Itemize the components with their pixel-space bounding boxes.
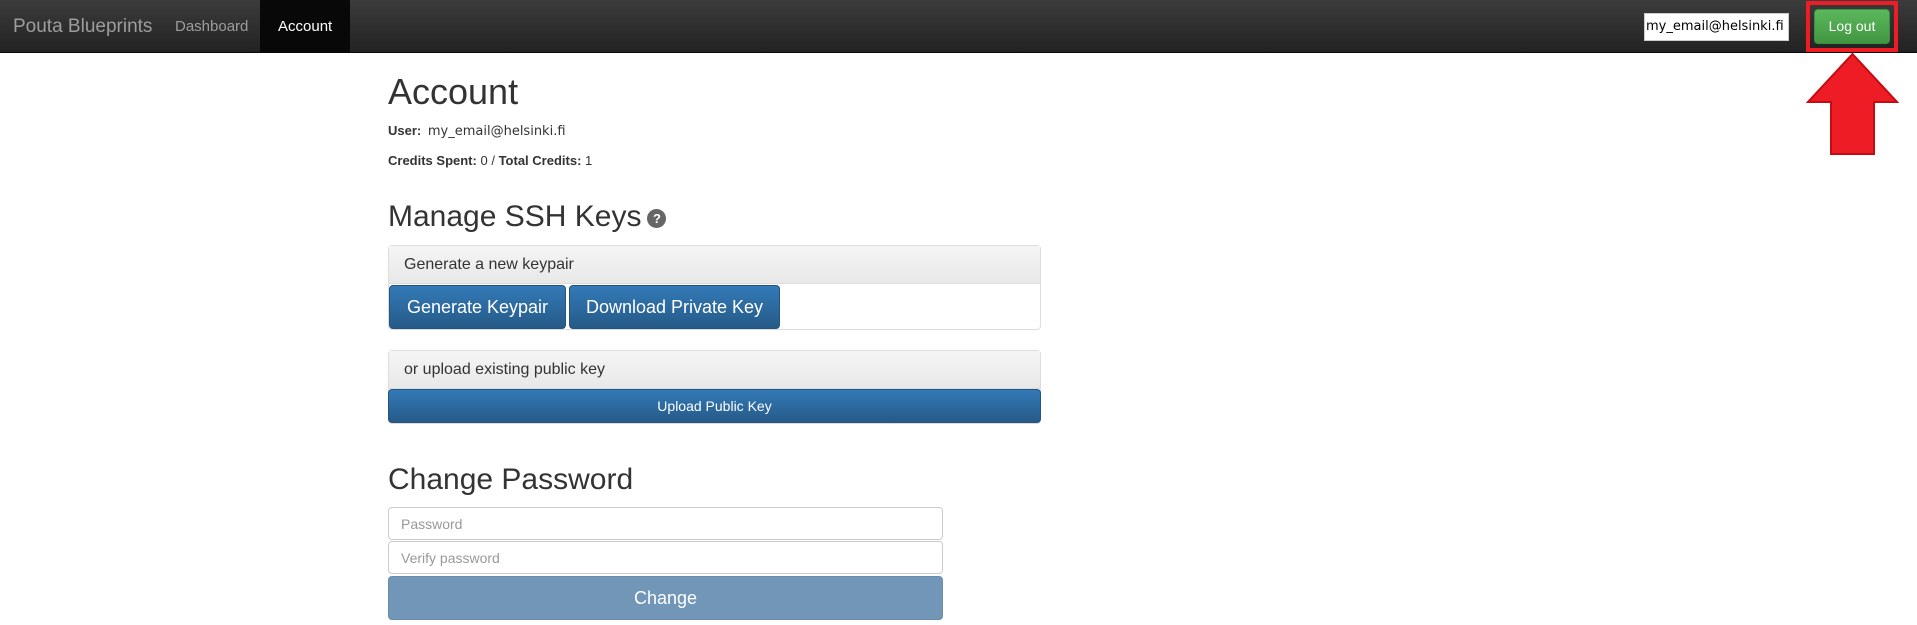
- ssh-keys-title-text: Manage SSH Keys: [388, 200, 642, 233]
- generate-keypair-panel: Generate a new keypair Generate Keypair …: [388, 245, 1041, 330]
- question-circle-icon[interactable]: ?: [647, 209, 667, 228]
- password-input[interactable]: [388, 507, 943, 540]
- upload-key-heading: or upload existing public key: [389, 351, 1040, 389]
- upload-public-key-button[interactable]: Upload Public Key: [388, 389, 1041, 423]
- upload-key-panel: or upload existing public key Upload Pub…: [388, 350, 1041, 424]
- user-label: User:: [388, 123, 422, 138]
- logout-highlight-box: [1806, 1, 1898, 52]
- user-email-badge: my_email@helsinki.fi: [1644, 13, 1789, 41]
- credits-info-line: Credits Spent: 0 / Total Credits: 1: [388, 152, 592, 170]
- credits-spent-value: 0: [480, 153, 488, 168]
- generate-keypair-button[interactable]: Generate Keypair: [389, 285, 566, 329]
- annotation-up-arrow-icon: [1806, 52, 1899, 155]
- generate-keypair-heading: Generate a new keypair: [389, 246, 1040, 284]
- change-password-button[interactable]: Change: [388, 576, 943, 620]
- change-password-title: Change Password: [388, 463, 634, 496]
- nav-dashboard-link[interactable]: Dashboard: [157, 0, 266, 53]
- user-info-line: User: my_email@helsinki.fi: [388, 122, 566, 141]
- total-credits-value: 1: [585, 153, 593, 168]
- credits-spent-label: Credits Spent:: [388, 153, 477, 168]
- download-private-key-button[interactable]: Download Private Key: [569, 285, 780, 329]
- nav-account-link[interactable]: Account: [260, 0, 351, 53]
- brand-link[interactable]: Pouta Blueprints: [13, 0, 152, 53]
- ssh-keys-title: Manage SSH Keys?: [388, 196, 667, 238]
- verify-password-input[interactable]: [388, 541, 943, 574]
- account-title: Account: [388, 71, 519, 112]
- credits-separator: /: [491, 153, 495, 168]
- top-navbar: Pouta Blueprints Dashboard Account my_em…: [0, 0, 1917, 53]
- total-credits-label: Total Credits:: [498, 153, 582, 168]
- user-email-value: my_email@helsinki.fi: [427, 124, 566, 139]
